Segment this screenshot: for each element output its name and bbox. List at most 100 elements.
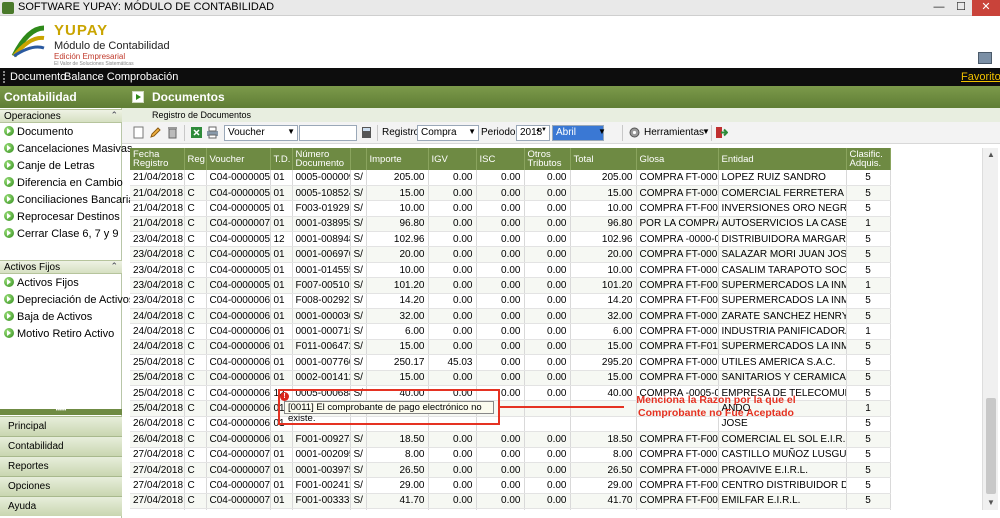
- menu-documento[interactable]: Documento: [10, 71, 66, 83]
- dropdown-arrow-icon[interactable]: ▼: [702, 127, 710, 136]
- table-cell: 01: [270, 216, 293, 233]
- document-type-select[interactable]: Voucher ▼: [224, 125, 298, 141]
- column-header[interactable]: Clasific. Adquis.: [846, 148, 891, 170]
- column-header[interactable]: IGV: [428, 148, 477, 170]
- table-row[interactable]: 27/04/2018 C C04-00000072 01 F001-002411 S/29…: [130, 477, 891, 494]
- table-row[interactable]: 27/04/2018 C C04-00000070 01 0001-002095 S/8.…: [130, 447, 891, 463]
- month-select[interactable]: Abril: [552, 125, 604, 141]
- table-cell: 1: [846, 216, 891, 233]
- table-row[interactable]: 24/04/2018 C C04-00000063 01 F011-006472 S/15…: [130, 339, 891, 356]
- table-row[interactable]: 24/04/2018 C C04-00000061 01 0001-000030 S/32…: [130, 308, 891, 325]
- column-header[interactable]: Total: [570, 148, 637, 170]
- table-cell: 5: [846, 508, 891, 510]
- nav-ayuda[interactable]: Ayuda: [0, 496, 122, 516]
- year-spinner[interactable]: 2018 ▲▼: [516, 125, 550, 141]
- new-document-icon[interactable]: [132, 126, 145, 139]
- menu-favoritos[interactable]: Favoritos: [961, 71, 1000, 83]
- table-cell: 01: [270, 323, 293, 340]
- sidebar-item-conciliaciones-bancarias[interactable]: Conciliaciones Bancarias: [4, 194, 140, 210]
- sidebar-item-cerrar-clase[interactable]: Cerrar Clase 6, 7 y 9: [4, 228, 120, 244]
- sidebar-item-baja-de-activos[interactable]: Baja de Activos: [4, 311, 120, 327]
- collapse-chevron-icon[interactable]: ⌃: [110, 261, 118, 272]
- maximize-button[interactable]: ☐: [950, 0, 972, 16]
- table-row[interactable]: 23/04/2018 C C04-00000060 01 F008-002925 S/14…: [130, 293, 891, 310]
- error-icon: !: [280, 392, 289, 401]
- dropdown-arrow-icon[interactable]: ▼: [598, 127, 606, 136]
- edition-label: Edición Empresarial: [54, 52, 126, 61]
- export-excel-icon[interactable]: [190, 126, 203, 139]
- sidebar-item-reprocesar-destinos[interactable]: Reprocesar Destinos: [4, 211, 120, 227]
- table-row[interactable]: 23/04/2018 C C04-00000058 01 0001-014555 S/10…: [130, 262, 891, 279]
- dropdown-arrow-icon: ▼: [287, 127, 295, 136]
- column-header[interactable]: Voucher: [206, 148, 271, 170]
- close-button[interactable]: ✕: [972, 0, 1000, 16]
- table-row[interactable]: 25/04/2018 C C04-00000065 01 0002-001412 S/15…: [130, 370, 891, 386]
- sidebar-item-motivo-retiro[interactable]: Motivo Retiro Activo: [4, 328, 120, 344]
- table-cell: COMPRA FT-F001-...: [636, 493, 719, 510]
- sidebar-item-cancelaciones-masivas[interactable]: Cancelaciones Masivas: [4, 143, 133, 159]
- table-row[interactable]: 21/04/2018 C C04-00000076 01 0001-038958 S/96…: [130, 216, 891, 233]
- column-header[interactable]: Otros Tributos: [524, 148, 571, 170]
- column-header[interactable]: Importe: [366, 148, 429, 170]
- table-row[interactable]: 21/04/2018 C C04-00000054 01 0005-108524 S/15…: [130, 185, 891, 202]
- table-row[interactable]: 24/04/2018 C C04-00000062 01 0001-000718 S/6.…: [130, 323, 891, 340]
- sidebar-item-diferencia-en-cambio[interactable]: Diferencia en Cambio: [4, 177, 123, 193]
- table-cell: S/: [350, 246, 367, 263]
- menu-balance-comprobacion[interactable]: Balance Comprobación: [64, 71, 178, 83]
- delete-trash-icon[interactable]: [166, 126, 179, 139]
- sidebar-item-canje-de-letras[interactable]: Canje de Letras: [4, 160, 120, 176]
- table-row[interactable]: 21/04/2018 C C04-00000055 01 F003-019293 S/10…: [130, 200, 891, 217]
- sidebar-splitter[interactable]: •••••: [0, 408, 122, 415]
- table-row[interactable]: 23/04/2018 C C04-00000057 01 0001-006970 S/20…: [130, 246, 891, 263]
- registro-select[interactable]: Compra ▼: [417, 125, 479, 141]
- nav-principal[interactable]: Principal: [0, 416, 122, 436]
- table-cell: 0.00: [476, 231, 525, 248]
- calculator-icon[interactable]: [360, 126, 373, 139]
- table-cell: 24/04/2018: [130, 339, 185, 356]
- sidebar-item-depreciacion[interactable]: Depreciación de Activos: [4, 294, 134, 310]
- network-icon[interactable]: [978, 52, 992, 64]
- column-header[interactable]: Entidad: [718, 148, 847, 170]
- print-icon[interactable]: [206, 126, 219, 139]
- nav-reportes[interactable]: Reportes: [0, 456, 122, 476]
- table-cell: COMERCIAL EL SOL E.I.R.L.: [718, 431, 847, 448]
- table-row[interactable]: 23/04/2018 C C04-00000056 12 0001-008948 S/10…: [130, 231, 891, 248]
- documents-grid[interactable]: Fecha Registro Reg Voucher T.D. Número D…: [130, 148, 982, 510]
- table-row[interactable]: 28/04/2018CC04-00000074010001-033318S/82…: [130, 508, 891, 510]
- scroll-down-icon[interactable]: ▼: [983, 496, 999, 510]
- sidebar-item-documento[interactable]: Documento: [4, 126, 120, 142]
- tools-menu[interactable]: Herramientas: [644, 127, 704, 138]
- column-header[interactable]: ISC: [476, 148, 525, 170]
- table-row[interactable]: 27/04/2018 C C04-00000071 01 0001-003975 S/26…: [130, 462, 891, 479]
- table-row[interactable]: 25/04/2018 C C04-00000064 01 0001-007760 S/25…: [130, 354, 891, 371]
- table-row[interactable]: 23/04/2018 C C04-00000059 01 F007-005109 S/10…: [130, 277, 891, 294]
- table-cell: SANITARIOS Y CERAMICAS DE...: [718, 370, 847, 386]
- table-row[interactable]: 27/04/2018 C C04-00000073 01 F001-003339 S/41…: [130, 493, 891, 510]
- nav-contabilidad[interactable]: Contabilidad: [0, 436, 122, 456]
- nav-opciones[interactable]: Opciones: [0, 476, 122, 496]
- grid-scrollbar[interactable]: ▲ ▼: [982, 148, 998, 510]
- search-input[interactable]: [299, 125, 357, 141]
- gear-icon[interactable]: [628, 126, 641, 139]
- collapse-chevron-icon[interactable]: ⌃: [110, 110, 118, 121]
- section-activos-fijos[interactable]: Activos Fijos ⌃: [0, 260, 122, 274]
- exit-icon[interactable]: [715, 126, 728, 139]
- column-header[interactable]: T.D.: [270, 148, 293, 170]
- table-cell: 5: [846, 200, 891, 217]
- minimize-button[interactable]: —: [928, 0, 950, 16]
- sidebar-item-activos-fijos[interactable]: Activos Fijos: [4, 277, 120, 293]
- table-cell: 20.00: [366, 246, 429, 263]
- spinner-arrows-icon[interactable]: ▲▼: [535, 127, 547, 133]
- dropdown-arrow-icon: ▼: [468, 127, 476, 136]
- section-operaciones[interactable]: Operaciones ⌃: [0, 109, 122, 123]
- column-header[interactable]: Glosa: [636, 148, 719, 170]
- column-header[interactable]: Reg: [184, 148, 207, 170]
- column-header[interactable]: Fecha Registro: [130, 148, 185, 170]
- scroll-thumb[interactable]: [986, 398, 996, 494]
- table-row[interactable]: 21/04/2018 C C04-00000053 01 0005-000009 S/20…: [130, 170, 891, 186]
- table-row[interactable]: 26/04/2018 C C04-00000069 01 F001-009274 S/18…: [130, 431, 891, 448]
- column-header[interactable]: Número Documento: [292, 148, 351, 170]
- scroll-up-icon[interactable]: ▲: [983, 148, 999, 162]
- table-cell: 101.20: [366, 277, 429, 294]
- edit-pencil-icon[interactable]: [149, 126, 162, 139]
